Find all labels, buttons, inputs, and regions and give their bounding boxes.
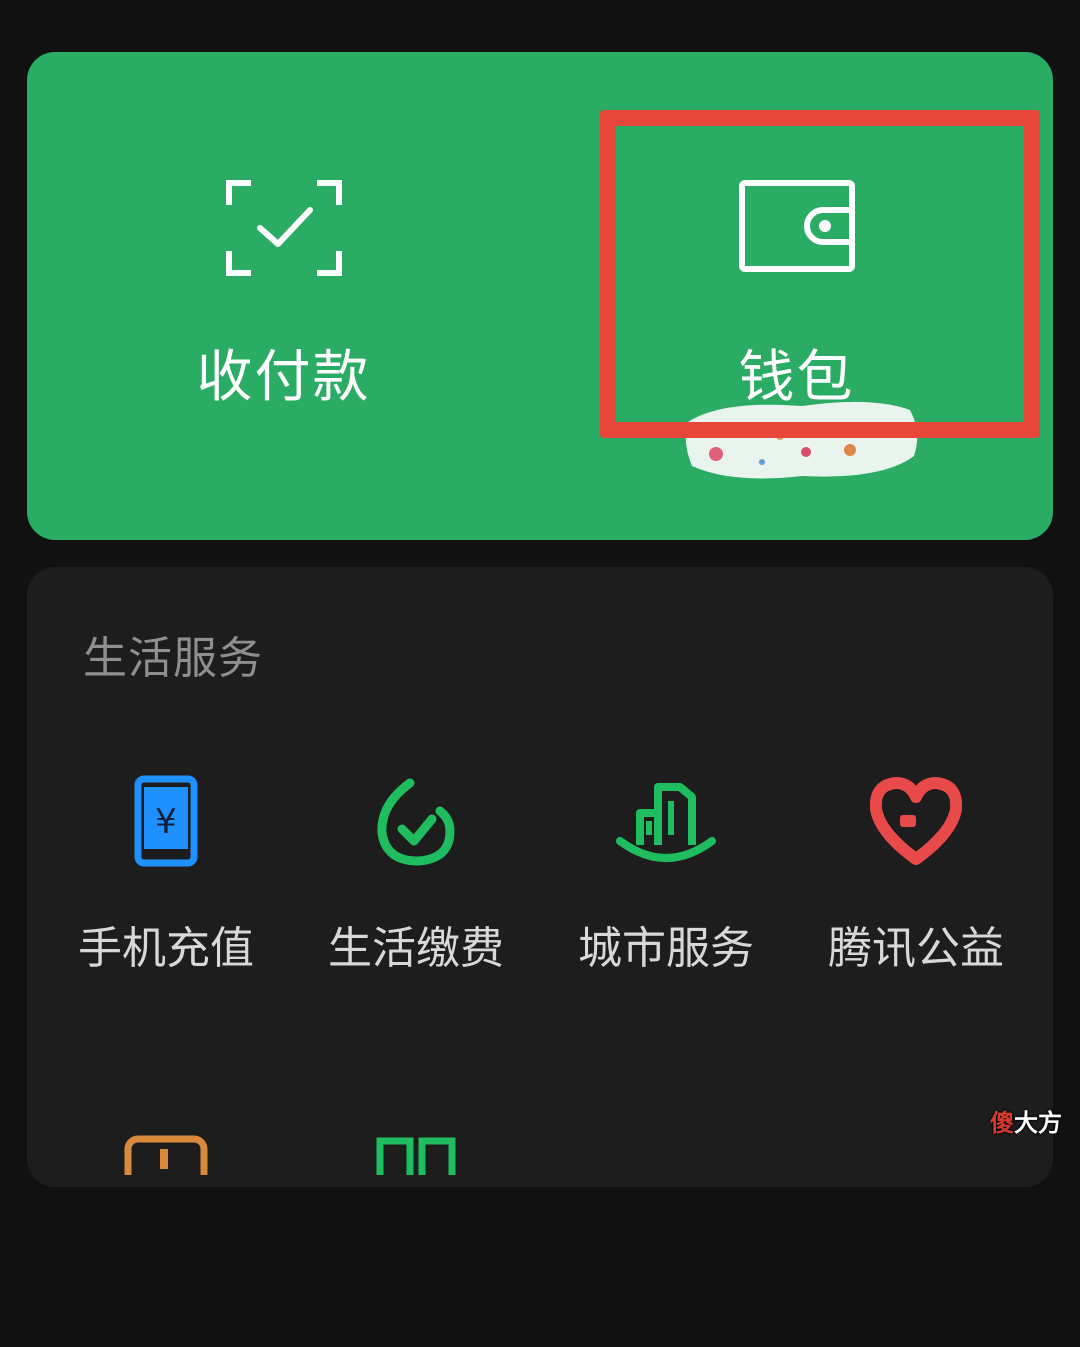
section-title: 生活服务 xyxy=(83,633,263,684)
service-label: 生活缴费 xyxy=(328,923,504,974)
partial-green-grid-icon xyxy=(374,1135,458,1185)
watermark: 傻大方 xyxy=(990,1103,1062,1138)
service-utility-payment[interactable]: 生活缴费 xyxy=(291,767,541,987)
svg-text:¥: ¥ xyxy=(155,802,177,842)
scan-check-icon xyxy=(225,180,342,280)
watermark-accent: 傻 xyxy=(990,1109,1014,1137)
payment-card: 收付款 钱包 xyxy=(27,52,1053,540)
service-city-services[interactable]: 城市服务 xyxy=(541,767,791,987)
decorative-sticker xyxy=(682,392,922,488)
service-label: 城市服务 xyxy=(578,923,754,974)
service-phone-topup[interactable]: ¥ 手机充值 xyxy=(41,767,291,987)
wallet-icon xyxy=(738,180,855,280)
pay-receive-label: 收付款 xyxy=(196,345,371,410)
utility-payment-icon xyxy=(374,775,458,871)
watermark-text: 大方 xyxy=(1014,1109,1062,1137)
life-services-card: 生活服务 ¥ 手机充值 生活缴费 城市服务 腾讯公益 xyxy=(27,567,1053,1203)
charity-heart-icon xyxy=(869,775,963,871)
service-tencent-charity[interactable]: 腾讯公益 xyxy=(791,767,1041,987)
service-label: 腾讯公益 xyxy=(828,923,1004,974)
service-label: 手机充值 xyxy=(78,923,254,974)
city-services-icon xyxy=(616,775,716,871)
phone-topup-icon: ¥ xyxy=(134,775,198,871)
service-next-row-item[interactable] xyxy=(41,1127,291,1347)
pay-receive-button[interactable]: 收付款 xyxy=(27,52,540,540)
service-next-row-item[interactable] xyxy=(291,1127,541,1347)
partial-orange-icon xyxy=(124,1135,208,1203)
